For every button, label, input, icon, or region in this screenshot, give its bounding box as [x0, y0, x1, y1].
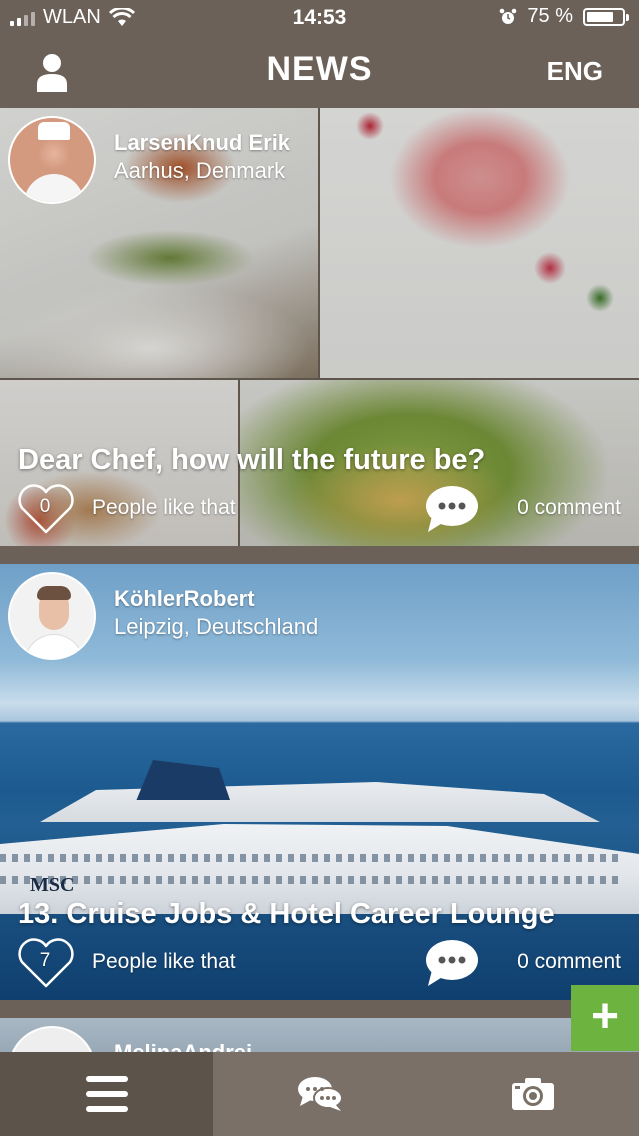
post-author[interactable]: KöhlerRobert Leipzig, Deutschland [8, 572, 318, 660]
post-title[interactable]: Dear Chef, how will the future be? [18, 444, 485, 477]
like-count: 0 [39, 496, 51, 517]
news-feed[interactable]: LarsenKnud Erik Aarhus, Denmark Dear Che… [0, 108, 639, 1052]
avatar[interactable] [8, 116, 96, 204]
tab-camera[interactable] [426, 1052, 639, 1136]
comments-label[interactable]: 0 comment [517, 950, 621, 974]
post-title[interactable]: 13. Cruise Jobs & Hotel Career Lounge [18, 898, 555, 931]
like-button[interactable]: 0 [16, 482, 76, 536]
author-name: LarsenKnud Erik [114, 130, 291, 155]
camera-icon [511, 1078, 554, 1110]
language-button[interactable]: ENG [547, 56, 603, 87]
add-post-button[interactable]: + [571, 985, 639, 1051]
comment-icon[interactable] [424, 938, 480, 988]
news-card[interactable]: MelinaAndrei [0, 1018, 639, 1052]
ship-logo: MSC [30, 874, 75, 896]
news-card[interactable]: LarsenKnud Erik Aarhus, Denmark Dear Che… [0, 108, 639, 546]
battery-percent: 75 % [527, 5, 573, 27]
news-card[interactable]: MSC KöhlerRobert Leipzig, Deutschland 13… [0, 564, 639, 1000]
menu-icon [85, 1076, 128, 1112]
tab-news[interactable] [0, 1052, 213, 1136]
author-name: MelinaAndrei [114, 1040, 252, 1052]
avatar[interactable] [8, 572, 96, 660]
post-stats: 7 People like that 0 comment [0, 936, 639, 990]
bottom-tab-bar [0, 1052, 639, 1136]
post-stats: 0 People like that 0 comment [0, 482, 639, 536]
author-location: Leipzig, Deutschland [114, 614, 319, 639]
likes-label: People like that [92, 950, 236, 973]
tab-chat[interactable] [213, 1052, 426, 1136]
like-count: 7 [39, 950, 51, 971]
author-name: KöhlerRobert [114, 586, 255, 611]
status-bar: WLAN 14:53 75 % [0, 0, 639, 36]
author-location: Aarhus, Denmark [114, 158, 286, 183]
comments-label[interactable]: 0 comment [517, 496, 621, 520]
like-button[interactable]: 7 [16, 936, 76, 990]
page-title: NEWS [266, 50, 373, 88]
post-image [0, 1018, 639, 1052]
alarm-icon [500, 8, 517, 24]
likes-label: People like that [92, 496, 236, 519]
battery-icon [583, 7, 629, 26]
comment-icon[interactable] [424, 484, 480, 534]
chat-icon [297, 1077, 343, 1111]
post-author[interactable]: LarsenKnud Erik Aarhus, Denmark [8, 116, 290, 204]
top-nav-bar: NEWS ENG [0, 36, 639, 108]
status-right: 75 % [499, 5, 629, 28]
